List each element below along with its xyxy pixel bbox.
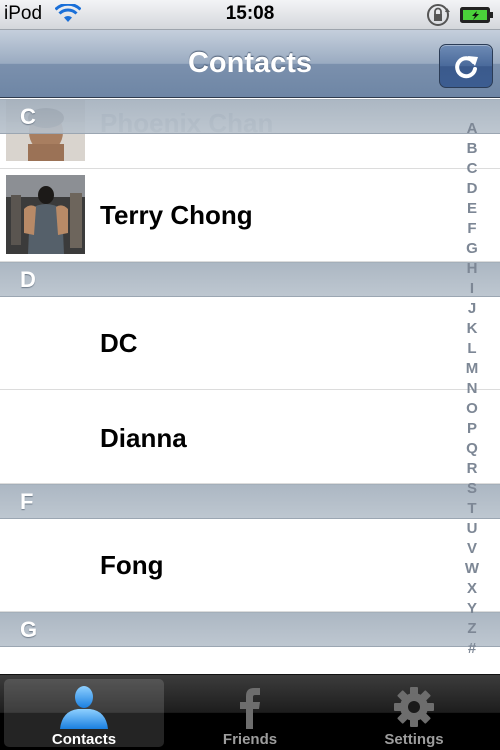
index-letter[interactable]: Z [467,619,476,639]
list-item[interactable]: Dianna [0,390,500,484]
index-letter[interactable]: X [467,579,477,599]
tab-contacts[interactable]: Contacts [4,679,164,748]
list-item[interactable]: Terry Chong [0,169,500,262]
index-letter[interactable]: D [467,179,478,199]
tab-bar: Contacts Friends Settings [0,674,500,750]
gear-icon [394,687,434,727]
rotation-lock-icon [427,4,450,26]
refresh-icon [455,56,478,79]
index-letter[interactable]: M [466,359,479,379]
refresh-button[interactable] [439,44,493,88]
index-letter[interactable]: T [467,499,476,519]
tab-settings[interactable]: Settings [334,679,494,748]
index-letter[interactable]: I [470,279,474,299]
index-letter[interactable]: S [467,479,477,499]
tab-friends[interactable]: Friends [170,679,330,748]
tab-label: Settings [384,731,444,748]
list-item[interactable]: Fong [0,519,500,612]
index-letter[interactable]: C [467,159,478,179]
section-letter: D [20,267,36,292]
index-letter[interactable]: L [467,339,476,359]
person-icon [60,686,108,729]
section-header: D [0,262,500,297]
index-letter[interactable]: U [467,519,478,539]
index-letter[interactable]: N [467,379,478,399]
facebook-icon [240,688,260,729]
index-letter[interactable]: O [466,399,478,419]
section-header: G [0,612,500,647]
index-letter[interactable]: K [467,319,478,339]
index-letter[interactable]: Y [467,599,477,619]
avatar [6,175,85,254]
tab-label: Friends [222,731,278,748]
index-letter[interactable]: G [466,239,478,259]
page-title: Contacts [187,47,313,79]
contact-name: Dianna [100,423,187,453]
tab-label: Contacts [51,731,117,748]
section-header: C [0,99,500,134]
index-letter[interactable]: H [467,259,478,279]
index-letter[interactable]: F [467,219,476,239]
contacts-list[interactable]: Phoenix Chan Terry Chong D DC Dianna F [0,99,500,674]
section-header: F [0,484,500,519]
section-index[interactable]: A B C D E F G H I J K L M N O P Q R S T U V W X Y Z # [461,119,483,659]
index-letter[interactable]: Q [466,439,478,459]
section-letter: F [20,489,34,514]
index-letter[interactable]: E [467,199,477,219]
navigation-bar: Contacts [0,30,500,98]
contact-name: Terry Chong [100,200,253,230]
list-item[interactable]: DC [0,297,500,390]
index-letter[interactable]: # [468,639,476,659]
index-letter[interactable]: P [467,419,477,439]
index-letter[interactable]: V [467,539,477,559]
index-letter[interactable]: R [467,459,478,479]
index-letter[interactable]: A [467,119,478,139]
battery-icon [460,7,493,23]
contact-name: Fong [100,550,164,580]
status-bar: iPod 15:08 [0,0,500,30]
index-letter[interactable]: B [467,139,478,159]
section-letter: G [20,617,38,642]
contact-name: DC [100,328,138,358]
index-letter[interactable]: J [468,299,476,319]
section-letter: C [20,104,36,129]
index-letter[interactable]: W [465,559,479,579]
